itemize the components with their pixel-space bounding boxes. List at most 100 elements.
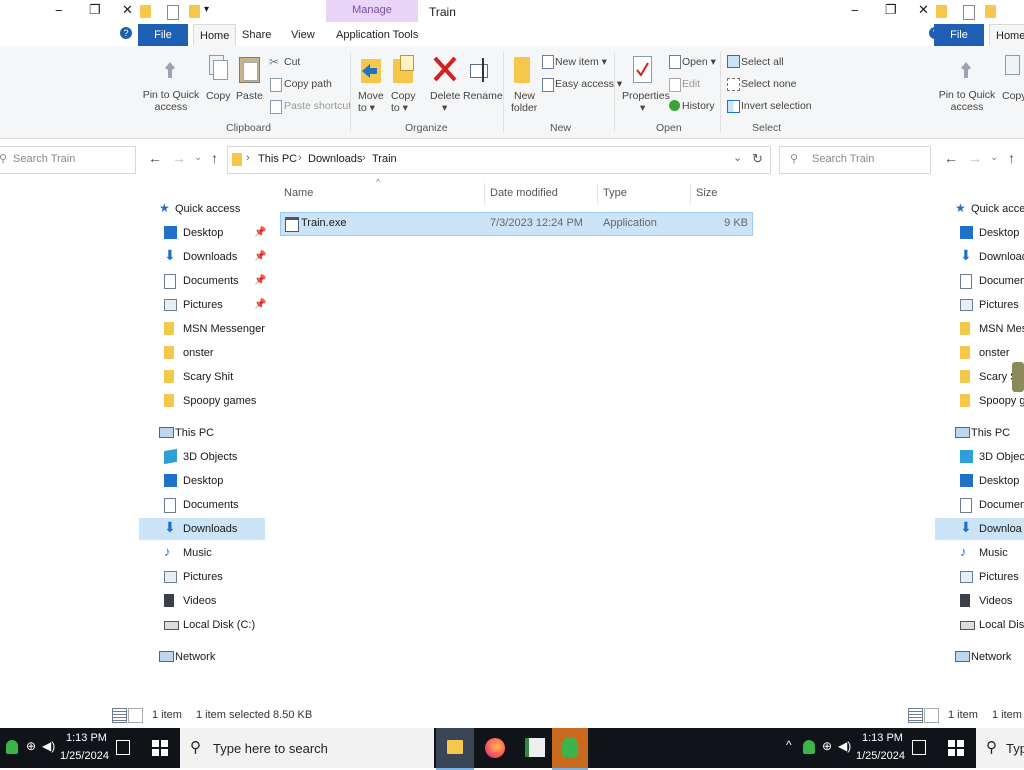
clone-taskbar-time[interactable]: 1:13 PM: [862, 732, 903, 744]
clone-nav-item[interactable]: ⬇ Download: [956, 247, 1024, 267]
help-icon[interactable]: ?: [120, 27, 132, 39]
notification-icon[interactable]: [116, 740, 130, 755]
breadcrumb-downloads[interactable]: Downloads: [308, 153, 362, 165]
column-header-name[interactable]: Name: [284, 187, 313, 199]
clone-taskbar-search-box[interactable]: ⚲ Typ: [976, 728, 1024, 768]
large-icons-view-icon[interactable]: [128, 708, 143, 723]
tray-person-icon[interactable]: [6, 740, 18, 754]
manage-tab[interactable]: Manage: [326, 0, 418, 22]
tab-file[interactable]: File: [138, 24, 188, 46]
copy-button[interactable]: Copy: [206, 90, 231, 102]
column-header-type[interactable]: Type: [603, 187, 627, 199]
nav-item-documents[interactable]: Documents 📌: [160, 271, 266, 291]
nav-this-pc[interactable]: This PC: [155, 423, 260, 443]
up-arrow-icon[interactable]: ↑: [211, 150, 218, 166]
copy-path-button[interactable]: Copy path: [284, 78, 332, 90]
clone-folder-icon[interactable]: [936, 5, 947, 18]
column-divider[interactable]: [597, 183, 598, 205]
clone-nav-item[interactable]: Videos: [956, 591, 1024, 611]
clone-large-icons-view-icon[interactable]: [924, 708, 939, 723]
clone-nav-item[interactable]: ♪ Music: [956, 543, 1024, 563]
nav-item-music[interactable]: ♪ Music: [160, 543, 265, 563]
nav-item-videos[interactable]: Videos: [160, 591, 265, 611]
nav-item-3d-objects[interactable]: 3D Objects: [160, 447, 265, 467]
clone-network-tray-icon[interactable]: ⊕: [822, 739, 832, 753]
clone-tray-person-icon[interactable]: [803, 740, 815, 754]
select-all-button[interactable]: Select all: [741, 56, 784, 68]
clone-taskbar-date[interactable]: 1/25/2024: [856, 750, 905, 762]
clone-nav-item[interactable]: Desktop: [956, 223, 1024, 243]
clone-copy-button[interactable]: Copy: [1002, 90, 1024, 102]
nav-network[interactable]: Network: [155, 647, 260, 667]
taskbar-time[interactable]: 1:13 PM: [66, 732, 107, 744]
easy-access-button[interactable]: Easy access ▾: [555, 78, 622, 90]
clone-forward-arrow-icon[interactable]: →: [968, 150, 982, 166]
clone-nav-item[interactable]: Document: [956, 271, 1024, 291]
nav-item-desktop-pc[interactable]: Desktop: [160, 471, 265, 491]
network-tray-icon[interactable]: ⊕: [26, 739, 36, 753]
tab-view[interactable]: View: [291, 29, 315, 41]
clone-tab-file[interactable]: File: [934, 24, 984, 46]
details-view-icon[interactable]: [112, 708, 127, 723]
clone-up-arrow-icon[interactable]: ↑: [1008, 150, 1015, 166]
taskbar-firefox-icon[interactable]: [476, 728, 514, 768]
paste-button[interactable]: Paste: [236, 90, 263, 102]
column-divider[interactable]: [690, 183, 691, 205]
clone-back-arrow-icon[interactable]: ←: [944, 150, 958, 166]
clone-new-folder-icon[interactable]: [985, 5, 996, 18]
clone-pin-button[interactable]: Pin to Quick access: [936, 89, 998, 113]
address-dropdown-icon[interactable]: ⌄: [733, 151, 742, 164]
breadcrumb-this-pc[interactable]: This PC: [258, 153, 297, 165]
open-button[interactable]: Open ▾: [682, 56, 716, 68]
clone-recent-icon[interactable]: ⌄: [990, 152, 998, 163]
close-button[interactable]: ✕: [122, 2, 133, 18]
rename-button[interactable]: Rename: [463, 90, 503, 102]
search-box[interactable]: ⚲ Search Train: [779, 146, 931, 174]
nav-item-pictures[interactable]: Pictures 📌: [160, 295, 266, 315]
clone-tray-chevron-icon[interactable]: ^: [786, 738, 792, 752]
clone-properties-icon[interactable]: [963, 5, 975, 20]
taskbar-search-box[interactable]: ⚲ Type here to search: [180, 728, 434, 768]
volume-tray-icon[interactable]: ◀): [42, 739, 55, 753]
clone-nav-item[interactable]: Document: [956, 495, 1024, 515]
nav-item-desktop[interactable]: Desktop 📌: [160, 223, 266, 243]
clone-nav-item[interactable]: Spoopy ga: [956, 391, 1024, 411]
pin-to-quick-access-button[interactable]: Pin to Quick access: [140, 89, 202, 113]
left-search-box[interactable]: ⚲ Search Train: [0, 146, 136, 174]
edit-button[interactable]: Edit: [682, 78, 700, 90]
clone-close-button[interactable]: ✕: [918, 2, 929, 18]
clone-notification-icon[interactable]: [912, 740, 926, 755]
taskbar-file-explorer-icon[interactable]: [436, 728, 474, 770]
tab-application-tools[interactable]: Application Tools: [336, 29, 418, 41]
table-row[interactable]: Train.exe 7/3/2023 12:24 PM Application …: [280, 212, 753, 236]
clone-details-view-icon[interactable]: [908, 708, 923, 723]
history-button[interactable]: History: [682, 100, 715, 112]
clone-nav-quick-access[interactable]: ★ Quick access: [951, 199, 1024, 219]
clone-minimize-button[interactable]: −: [851, 3, 859, 18]
nav-item-scary-shit[interactable]: Scary Shit: [160, 367, 265, 387]
invert-selection-button[interactable]: Invert selection: [741, 100, 812, 112]
forward-arrow-icon[interactable]: →: [172, 150, 186, 166]
windows-start-icon[interactable]: [152, 740, 168, 756]
clone-nav-item[interactable]: Pictures: [956, 567, 1024, 587]
clone-volume-tray-icon[interactable]: ◀): [838, 739, 851, 753]
new-item-button[interactable]: New item ▾: [555, 56, 607, 68]
clone-nav-item[interactable]: 3D Object: [956, 447, 1024, 467]
minimize-button[interactable]: −: [55, 3, 63, 18]
clone-windows-start-icon[interactable]: [948, 740, 964, 756]
clone-nav-item[interactable]: MSN Mes: [956, 319, 1024, 339]
taskbar-date[interactable]: 1/25/2024: [60, 750, 109, 762]
nav-item-downloads-pc[interactable]: ⬇ Downloads: [139, 518, 265, 540]
clone-nav-item-downloads[interactable]: ⬇ Downloa: [935, 518, 1024, 540]
clone-nav-this-pc[interactable]: This PC: [951, 423, 1024, 443]
delete-button[interactable]: Delete ▾: [430, 90, 464, 114]
breadcrumb-train[interactable]: Train: [372, 153, 397, 165]
nav-item-spoopy-games[interactable]: Spoopy games: [160, 391, 265, 411]
column-header-size[interactable]: Size: [696, 187, 717, 199]
nav-item-local-disk[interactable]: Local Disk (C:): [160, 615, 265, 635]
back-arrow-icon[interactable]: ←: [148, 150, 162, 166]
folder-icon[interactable]: [140, 5, 151, 18]
clone-tab-home[interactable]: Home: [989, 24, 1024, 47]
select-none-button[interactable]: Select none: [741, 78, 796, 90]
nav-item-onster[interactable]: onster: [160, 343, 265, 363]
